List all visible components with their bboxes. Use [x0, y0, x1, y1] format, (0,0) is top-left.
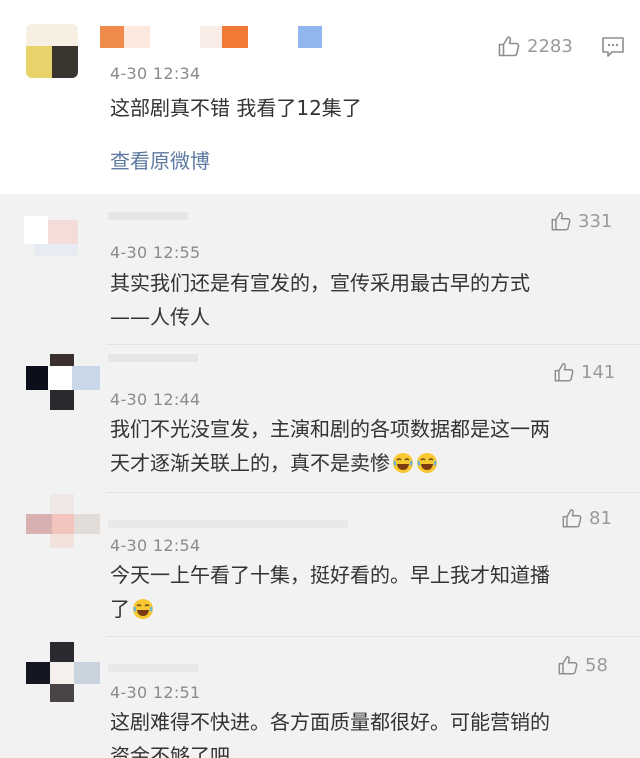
- like-button[interactable]: 58: [557, 654, 608, 676]
- laugh-cry-emoji: [132, 596, 154, 619]
- avatar[interactable]: [26, 642, 100, 702]
- laugh-cry-emoji: [416, 450, 438, 473]
- like-button[interactable]: 81: [561, 507, 612, 529]
- comment-timestamp: 4-30 12:34: [110, 64, 201, 83]
- avatar[interactable]: [26, 348, 100, 410]
- reply-text-line: ——人传人: [110, 305, 210, 329]
- avatar[interactable]: [26, 24, 78, 78]
- divider: [106, 344, 640, 345]
- like-count: 2283: [527, 35, 573, 57]
- reply-text-line: 这剧难得不快进。各方面质量都很好。可能营销的: [110, 710, 550, 734]
- comment-text: 这部剧真不错 我看了12集了: [110, 96, 362, 120]
- like-count: 331: [578, 210, 613, 232]
- reply-text-line: 今天一上午看了十集，挺好看的。早上我才知道播: [110, 563, 550, 587]
- reply-text-line: 了: [110, 592, 154, 626]
- like-count: 81: [589, 507, 612, 529]
- reply-text: 了: [110, 597, 130, 621]
- thumbs-up-icon: [553, 361, 575, 383]
- like-count: 141: [581, 361, 616, 383]
- avatar[interactable]: [24, 216, 78, 260]
- like-count: 58: [585, 654, 608, 676]
- avatar[interactable]: [26, 494, 100, 552]
- comment-icon[interactable]: [601, 36, 625, 62]
- reply-timestamp: 4-30 12:55: [110, 243, 201, 262]
- reply-timestamp: 4-30 12:44: [110, 390, 201, 409]
- thumbs-up-icon: [550, 210, 572, 232]
- divider: [106, 492, 640, 493]
- thumbs-up-icon: [561, 507, 583, 529]
- reply-text: 天才逐渐关联上的，真不是卖惨: [110, 451, 390, 475]
- reply-timestamp: 4-30 12:54: [110, 536, 201, 555]
- main-comment: 2283 4-30 12:34 这部剧真不错 我看了12集了 查看原微博: [0, 0, 640, 194]
- thumbs-up-icon: [497, 34, 521, 58]
- reply-text-line: 其实我们还是有宣发的，宣传采用最古早的方式: [110, 271, 530, 295]
- reply-text-line: 天才逐渐关联上的，真不是卖惨: [110, 446, 438, 480]
- like-button[interactable]: 141: [553, 361, 615, 383]
- reply-timestamp: 4-30 12:51: [110, 683, 201, 702]
- like-button[interactable]: 331: [550, 210, 612, 232]
- reply-text-line: 我们不光没宣发，主演和剧的各项数据都是这一两: [110, 417, 550, 441]
- view-original-link[interactable]: 查看原微博: [110, 145, 210, 174]
- reply-text-line: 资金不够了吧: [110, 744, 230, 758]
- laugh-cry-emoji: [392, 450, 414, 473]
- divider: [106, 636, 640, 637]
- reply-list: 331 4-30 12:55 其实我们还是有宣发的，宣传采用最古早的方式 ——人…: [0, 194, 640, 758]
- like-button[interactable]: 2283: [497, 34, 573, 58]
- thumbs-up-icon: [557, 654, 579, 676]
